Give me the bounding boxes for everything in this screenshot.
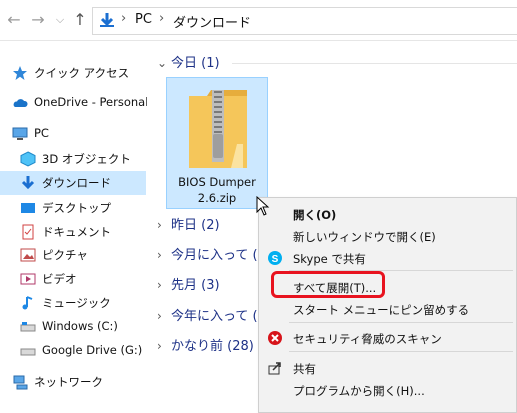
group-last-month[interactable]: › 先月 (3) [157,274,220,294]
chevron-right-icon: › [157,309,162,323]
cloud-icon [13,99,28,107]
menu-open-new-window[interactable]: 新しいウィンドウで開く(E) [259,225,517,247]
highlight-box [271,271,385,298]
nav-label: ダウンロード [42,176,111,190]
address-bar[interactable]: › PC › ダウンロード [92,7,517,35]
security-shield-icon [268,331,282,345]
group-this-year[interactable]: › 今年に入って ( [157,305,258,325]
group-today[interactable]: ⌄ 今日 (1) [157,52,220,72]
group-label: 昨日 (2) [171,218,220,233]
recent-locations-chevron-icon[interactable]: ⌵ [50,9,70,31]
nav-videos[interactable]: ビデオ [0,267,146,291]
address-toolbar: ← → ⌵ ↑ › PC › ダウンロード [0,0,517,41]
nav-documents[interactable]: ドキュメント [0,220,146,244]
nav-label: 3D オブジェクト [42,152,131,166]
group-label: かなり前 (28) [171,339,254,354]
nav-label: PC [34,126,49,140]
menu-item-label: Skype で共有 [293,252,366,266]
group-label: 今年に入って ( [171,309,258,324]
svg-text:S: S [272,254,279,265]
nav-label: デスクトップ [42,201,111,215]
nav-label: ピクチャ [42,248,88,262]
nav-label: クイック アクセス [34,66,130,80]
menu-item-label: スタート メニューにピン留めする [293,303,470,317]
chevron-right-icon: › [157,218,162,232]
nav-label: ネットワーク [34,375,103,389]
chevron-right-icon: › [157,339,162,353]
group-label: 今月に入って ( [171,248,258,263]
downloads-folder-icon [100,13,114,27]
group-divider [232,63,517,64]
context-menu: 開く(O) 新しいウィンドウで開く(E) S Skype で共有 すべて展開(T… [258,197,517,413]
navigation-pane: クイック アクセス OneDrive - Personal PC 3D オブジェ… [0,41,149,413]
menu-item-label: 新しいウィンドウで開く(E) [293,230,436,244]
up-button[interactable]: ↑ [70,9,90,31]
nav-downloads[interactable]: ダウンロード [0,171,146,195]
nav-google-drive[interactable]: Google Drive (G:) [0,339,146,363]
download-arrow-icon [21,176,35,190]
mouse-cursor-icon [256,196,270,216]
nav-3d-objects[interactable]: 3D オブジェクト [0,147,146,171]
nav-label: ドキュメント [42,225,111,239]
file-name-line-2: 2.6.zip [197,191,237,205]
picture-icon [20,248,36,262]
chevron-right-icon: › [157,278,162,292]
cube-icon [20,151,36,167]
nav-onedrive[interactable]: OneDrive - Personal [0,91,149,115]
nav-pc[interactable]: PC [0,122,146,146]
group-label: 先月 (3) [171,278,220,293]
menu-item-label: 共有 [293,362,316,376]
nav-desktop[interactable]: デスクトップ [0,196,146,220]
drive-icon [20,348,36,356]
menu-open-with[interactable]: プログラムから開く(H)... [259,379,517,401]
nav-pictures[interactable]: ピクチャ [0,243,146,267]
breadcrumb-downloads[interactable]: ダウンロード [173,12,251,31]
breadcrumb-pc[interactable]: PC [135,12,152,27]
menu-separator [289,351,513,352]
file-item-bios-dumper[interactable]: BIOS Dumper 2.6.zip [166,77,268,209]
menu-item-label: プログラムから開く(H)... [293,384,425,398]
chevron-right-icon: › [157,248,162,262]
back-button[interactable]: ← [4,9,24,31]
nav-label: Google Drive (G:) [42,343,143,357]
nav-windows-c[interactable]: Windows (C:) [0,315,146,339]
menu-security-scan[interactable]: セキュリティ脅威のスキャン [259,327,517,349]
share-icon [268,362,281,375]
forward-button[interactable]: → [28,9,48,31]
skype-icon: S [268,251,282,265]
music-note-icon [22,296,33,310]
menu-open[interactable]: 開く(O) [259,203,517,225]
desktop-icon [21,203,35,213]
breadcrumb-separator-icon: › [121,11,127,26]
document-icon [22,224,34,240]
video-icon [20,273,36,285]
menu-separator [289,322,513,323]
computer-icon [12,127,28,140]
file-name-line-1: BIOS Dumper [178,175,256,189]
nav-quick-access[interactable]: クイック アクセス [0,61,146,85]
breadcrumb-separator-icon: › [159,11,165,26]
group-long-ago[interactable]: › かなり前 (28) [157,335,254,355]
menu-pin-start[interactable]: スタート メニューにピン留めする [259,298,517,320]
zip-folder-icon [189,90,247,168]
network-icon [13,375,28,390]
nav-label: ミュージック [42,296,111,310]
nav-label: Windows (C:) [42,319,118,333]
file-name: BIOS Dumper 2.6.zip [167,174,267,206]
chevron-down-icon: ⌄ [157,56,168,70]
drive-icon [20,322,36,332]
nav-music[interactable]: ミュージック [0,291,146,315]
group-yesterday[interactable]: › 昨日 (2) [157,214,220,234]
group-this-month[interactable]: › 今月に入って ( [157,244,258,264]
nav-label: OneDrive - Personal [34,95,149,109]
menu-item-label: 開く(O) [293,208,337,222]
menu-item-label: セキュリティ脅威のスキャン [293,332,442,346]
star-icon [13,66,27,80]
menu-share[interactable]: 共有 [259,357,517,379]
nav-label: ビデオ [42,272,77,286]
nav-network[interactable]: ネットワーク [0,370,146,394]
group-label: 今日 (1) [171,56,220,71]
menu-skype-share[interactable]: S Skype で共有 [259,247,517,269]
